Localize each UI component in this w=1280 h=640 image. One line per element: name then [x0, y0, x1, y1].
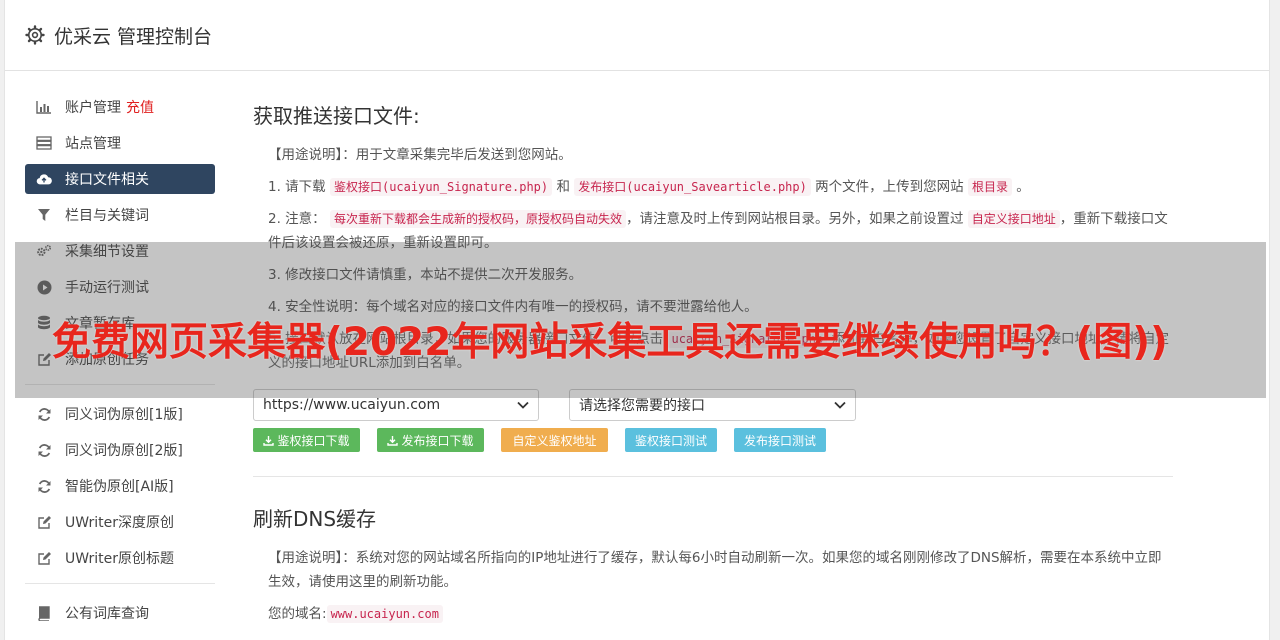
refresh-icon	[36, 478, 52, 494]
sidebar-item-sites[interactable]: 站点管理	[25, 128, 215, 158]
root-dir-code: 根目录	[967, 178, 1012, 196]
sidebar-item-label: 公有词库查询	[65, 606, 149, 622]
server-icon	[36, 135, 52, 151]
sidebar-item-synonym-v1[interactable]: 同义词伪原创[1版]	[25, 399, 215, 429]
section-divider	[253, 476, 1173, 477]
refresh-icon	[36, 406, 52, 422]
sidebar-divider	[25, 583, 215, 584]
cloud-upload-icon	[36, 171, 52, 187]
publish-download-button[interactable]: 发布接口下载	[377, 428, 484, 452]
custom-url-code: 自定义接口地址	[967, 210, 1060, 228]
publish-file-code: 发布接口(ucaiyun_Savearticle.php)	[574, 178, 811, 196]
usage-note: 【用途说明】：用于文章采集完毕后发送到您网站。	[253, 143, 1173, 167]
refresh-icon	[36, 442, 52, 458]
sidebar-item-label: UWriter原创标题	[65, 551, 174, 567]
step-text: 两个文件，上传到您网站	[815, 179, 964, 195]
article-title-banner: 免费网页采集器(2022年网站采集工具还需要继续使用吗？(图))	[52, 320, 1168, 365]
step-text: 。	[1016, 179, 1030, 195]
bar-chart-icon	[36, 99, 52, 115]
section-title-dns: 刷新DNS缓存	[253, 507, 377, 531]
sidebar-item-account[interactable]: 账户管理 充值	[25, 92, 215, 122]
usage-label: 【用途说明】	[268, 550, 343, 566]
interface-select-value: 请选择您需要的接口	[579, 398, 705, 414]
usage-label: 【用途说明】	[268, 147, 343, 163]
auth-test-button[interactable]: 鉴权接口测试	[625, 428, 717, 452]
button-label: 鉴权接口测试	[634, 433, 707, 448]
sidebar-item-ai-rewrite[interactable]: 智能伪原创[AI版]	[25, 471, 215, 501]
warning-code: 每次重新下载都会生成新的授权码，原授权码自动失效	[329, 210, 626, 228]
gear-icon	[25, 25, 45, 45]
auth-download-button[interactable]: 鉴权接口下载	[253, 428, 360, 452]
chevron-down-icon	[834, 397, 846, 413]
sidebar-item-uwriter-deep[interactable]: UWriter深度原创	[25, 507, 215, 537]
button-label: 自定义鉴权地址	[512, 433, 597, 448]
button-label: 发布接口下载	[401, 433, 474, 448]
sidebar-item-label: 接口文件相关	[65, 172, 149, 188]
sidebar-item-categories[interactable]: 栏目与关键词	[25, 200, 215, 230]
button-label: 发布接口测试	[743, 433, 816, 448]
step-text: 和	[556, 179, 570, 195]
sidebar-item-public-thesaurus[interactable]: 公有词库查询	[25, 598, 215, 628]
dns-usage-note: 【用途说明】：系统对您的网站域名所指向的IP地址进行了缓存，默认每6小时自动刷新…	[253, 546, 1173, 594]
step-text: 2. 注意：	[268, 211, 326, 227]
step-1: 1. 请下载 鉴权接口(ucaiyun_Signature.php) 和 发布接…	[253, 175, 1173, 199]
sidebar-item-interface-files[interactable]: 接口文件相关	[25, 164, 215, 194]
domain-label: 您的域名:	[268, 606, 327, 622]
usage-text: ：系统对您的网站域名所指向的IP地址进行了缓存，默认每6小时自动刷新一次。如果您…	[268, 550, 1162, 590]
book-icon	[36, 605, 52, 621]
sidebar-item-label: 同义词伪原创[2版]	[65, 443, 183, 459]
sidebar-item-synonym-v2[interactable]: 同义词伪原创[2版]	[25, 435, 215, 465]
sidebar-item-label: 智能伪原创[AI版]	[65, 479, 174, 495]
sidebar-item-label: UWriter深度原创	[65, 515, 174, 531]
auth-file-code: 鉴权接口(ucaiyun_Signature.php)	[329, 178, 553, 196]
sidebar-item-label: 站点管理	[65, 136, 121, 152]
chevron-down-icon	[517, 397, 529, 413]
page-header: 优采云 管理控制台	[5, 0, 1269, 71]
filter-icon	[36, 207, 52, 223]
download-icon	[263, 435, 275, 446]
sidebar-item-label: 账户管理	[65, 100, 121, 116]
step-text: ，请注意及时上传到网站根目录。另外，如果之前设置过	[625, 211, 964, 227]
sidebar-item-label: 栏目与关键词	[65, 208, 149, 224]
download-icon	[387, 435, 399, 446]
publish-test-button[interactable]: 发布接口测试	[734, 428, 826, 452]
domain-select-value: https://www.ucaiyun.com	[263, 397, 441, 413]
button-label: 鉴权接口下载	[277, 433, 350, 448]
edit-icon	[36, 550, 52, 566]
sidebar-item-label: 同义词伪原创[1版]	[65, 407, 183, 423]
recharge-link[interactable]: 充值	[126, 97, 154, 117]
page-title: 优采云 管理控制台	[54, 25, 213, 48]
domain-value: www.ucaiyun.com	[326, 605, 443, 623]
sidebar-item-uwriter-title[interactable]: UWriter原创标题	[25, 543, 215, 573]
dns-domain-row: 您的域名: www.ucaiyun.com	[253, 602, 1173, 626]
step-text: 1. 请下载	[268, 179, 326, 195]
custom-auth-url-button[interactable]: 自定义鉴权地址	[501, 428, 608, 452]
usage-text: ：用于文章采集完毕后发送到您网站。	[342, 147, 572, 163]
edit-icon	[36, 514, 52, 530]
section-title-interface-files: 获取推送接口文件:	[253, 104, 420, 128]
button-row: 鉴权接口下载 发布接口下载 自定义鉴权地址 鉴权接口测试 发布接口测试	[253, 428, 1173, 452]
